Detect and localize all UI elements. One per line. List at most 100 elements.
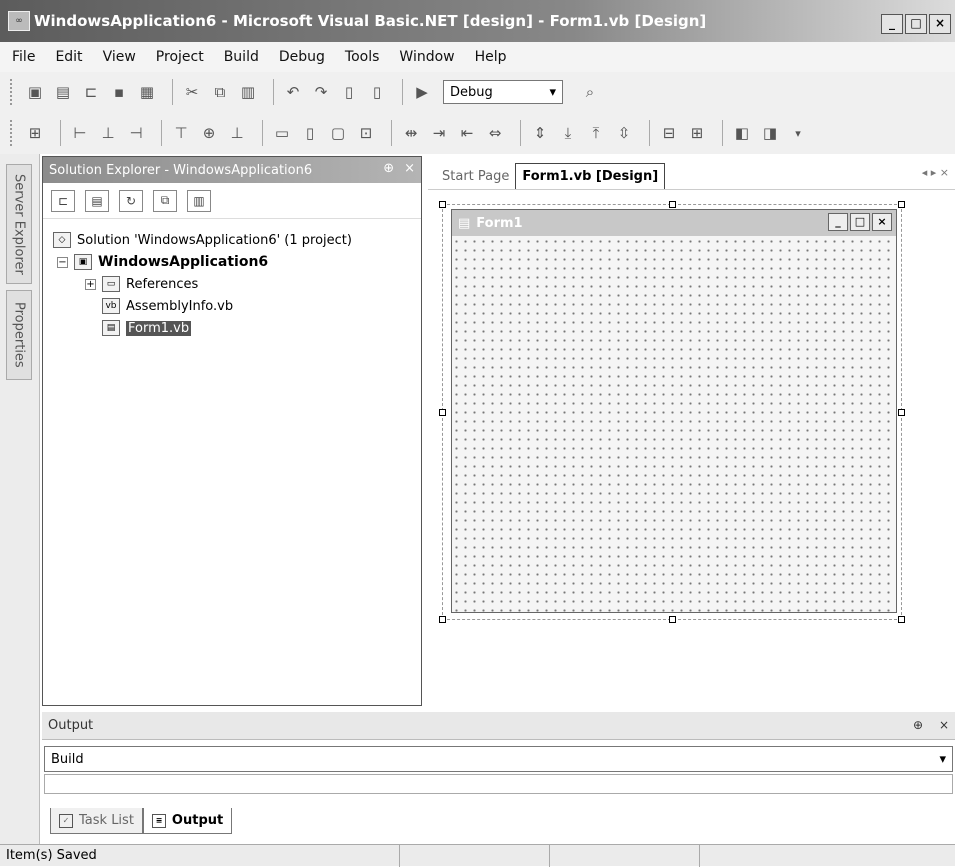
menu-view[interactable]: View xyxy=(103,49,136,65)
align-rights-icon[interactable]: ⊣ xyxy=(125,122,147,144)
output-text-area[interactable] xyxy=(44,774,953,794)
align-to-grid-icon[interactable]: ⊞ xyxy=(24,122,46,144)
align-centers-icon[interactable]: ⊥ xyxy=(97,122,119,144)
center-vertically-icon[interactable]: ⊞ xyxy=(686,122,708,144)
increase-vertical-spacing-icon[interactable]: ⤓ xyxy=(557,122,579,144)
align-tops-icon[interactable]: ⊤ xyxy=(170,122,192,144)
menu-file[interactable]: File xyxy=(12,49,35,65)
show-all-files-icon[interactable]: ⧉ xyxy=(153,189,177,212)
menu-window[interactable]: Window xyxy=(399,49,454,65)
view-code-icon[interactable]: ⊏ xyxy=(51,189,75,212)
form-designer-surface[interactable]: ▤ Form1 _ □ × xyxy=(439,201,905,623)
form1-title-bar[interactable]: ▤ Form1 _ □ × xyxy=(452,210,896,236)
undo-icon[interactable]: ↶ xyxy=(282,81,304,103)
menu-tools[interactable]: Tools xyxy=(345,49,380,65)
resize-handle[interactable] xyxy=(439,409,446,416)
window-controls: _ □ × xyxy=(879,14,951,34)
align-middles-icon[interactable]: ⊕ xyxy=(198,122,220,144)
close-icon[interactable]: × xyxy=(939,718,949,732)
center-horizontally-icon[interactable]: ⊟ xyxy=(658,122,680,144)
expand-icon[interactable]: + xyxy=(85,278,96,290)
tab-navigation[interactable]: ◂ ▸ × xyxy=(922,166,949,179)
find-icon[interactable]: ⌕ xyxy=(579,81,601,103)
tab-output[interactable]: ≡ Output xyxy=(142,808,233,834)
form-minimize-button[interactable]: _ xyxy=(828,213,848,231)
resize-handle[interactable] xyxy=(898,201,905,208)
tree-node-label: Form1.vb xyxy=(126,320,192,336)
tree-node-solution[interactable]: ◇ Solution 'WindowsApplication6' (1 proj… xyxy=(53,229,421,251)
pin-icon[interactable]: ⊕ xyxy=(913,718,923,732)
send-to-back-icon[interactable]: ◨ xyxy=(759,122,781,144)
title-bar: ∞ WindowsApplication6 - Microsoft Visual… xyxy=(0,0,955,42)
document-area: Start Page Form1.vb [Design] ◂ ▸ × ▤ For… xyxy=(428,156,955,706)
toolbar-overflow-icon[interactable]: ▾ xyxy=(787,122,809,144)
maximize-button[interactable]: □ xyxy=(905,14,927,34)
server-explorer-tab[interactable]: Server Explorer xyxy=(6,164,32,284)
make-same-height-icon[interactable]: ▯ xyxy=(299,122,321,144)
remove-vertical-spacing-icon[interactable]: ⇳ xyxy=(613,122,635,144)
solution-config-select[interactable]: Debug ▾ xyxy=(443,80,563,104)
bring-to-front-icon[interactable]: ◧ xyxy=(731,122,753,144)
resize-handle[interactable] xyxy=(669,201,676,208)
toolbar-grip[interactable] xyxy=(10,120,16,146)
make-same-width-icon[interactable]: ▭ xyxy=(271,122,293,144)
horizontal-spacing-equal-icon[interactable]: ⇹ xyxy=(400,122,422,144)
resize-handle[interactable] xyxy=(439,616,446,623)
tab-task-list[interactable]: ✓ Task List xyxy=(50,808,143,834)
save-icon[interactable]: ▪ xyxy=(108,81,130,103)
resize-handle[interactable] xyxy=(898,409,905,416)
decrease-horizontal-spacing-icon[interactable]: ⇤ xyxy=(456,122,478,144)
refresh-icon[interactable]: ↻ xyxy=(119,189,143,212)
size-to-grid-icon[interactable]: ⊡ xyxy=(355,122,377,144)
menu-build[interactable]: Build xyxy=(224,49,259,65)
view-designer-icon[interactable]: ▤ xyxy=(85,189,109,212)
make-same-size-icon[interactable]: ▢ xyxy=(327,122,349,144)
align-lefts-icon[interactable]: ⊢ xyxy=(69,122,91,144)
start-icon[interactable]: ▶ xyxy=(411,81,433,103)
menu-edit[interactable]: Edit xyxy=(55,49,82,65)
toolbar-separator xyxy=(520,120,521,146)
menu-project[interactable]: Project xyxy=(156,49,204,65)
close-icon[interactable]: × xyxy=(404,161,415,176)
menu-help[interactable]: Help xyxy=(475,49,507,65)
tree-node-form1[interactable]: ▤ Form1.vb xyxy=(53,317,421,339)
tree-node-project[interactable]: − ▣ WindowsApplication6 xyxy=(53,251,421,273)
form-close-button[interactable]: × xyxy=(872,213,892,231)
toolbar-grip[interactable] xyxy=(10,79,16,105)
collapse-icon[interactable]: − xyxy=(57,256,68,268)
tree-node-references[interactable]: + ▭ References xyxy=(53,273,421,295)
tab-start-page[interactable]: Start Page xyxy=(436,163,515,189)
output-source-select[interactable]: Build ▾ xyxy=(44,746,953,772)
paste-icon[interactable]: ▥ xyxy=(237,81,259,103)
tab-form1-design[interactable]: Form1.vb [Design] xyxy=(515,163,666,189)
project-icon: ▣ xyxy=(74,254,92,270)
close-button[interactable]: × xyxy=(929,14,951,34)
new-project-icon[interactable]: ▣ xyxy=(24,81,46,103)
open-file-icon[interactable]: ⊏ xyxy=(80,81,102,103)
copy-icon[interactable]: ⧉ xyxy=(209,81,231,103)
form1-window[interactable]: ▤ Form1 _ □ × xyxy=(451,209,897,613)
resize-handle[interactable] xyxy=(439,201,446,208)
remove-horizontal-spacing-icon[interactable]: ⇔ xyxy=(484,122,506,144)
redo-icon[interactable]: ↷ xyxy=(310,81,332,103)
vertical-spacing-equal-icon[interactable]: ⇕ xyxy=(529,122,551,144)
properties-icon[interactable]: ▥ xyxy=(187,189,211,212)
properties-tab[interactable]: Properties xyxy=(6,290,32,380)
resize-handle[interactable] xyxy=(898,616,905,623)
decrease-vertical-spacing-icon[interactable]: ⤒ xyxy=(585,122,607,144)
navigate-forward-icon[interactable]: ▯ xyxy=(366,81,388,103)
toolbar-separator xyxy=(172,79,173,105)
cut-icon[interactable]: ✂ xyxy=(181,81,203,103)
save-all-icon[interactable]: ▦ xyxy=(136,81,158,103)
tree-node-assemblyinfo[interactable]: vb AssemblyInfo.vb xyxy=(53,295,421,317)
form-maximize-button[interactable]: □ xyxy=(850,213,870,231)
add-item-icon[interactable]: ▤ xyxy=(52,81,74,103)
minimize-button[interactable]: _ xyxy=(881,14,903,34)
menu-debug[interactable]: Debug xyxy=(279,49,325,65)
align-bottoms-icon[interactable]: ⊥ xyxy=(226,122,248,144)
tree-node-label: AssemblyInfo.vb xyxy=(126,298,234,314)
pin-icon[interactable]: ⊕ xyxy=(383,161,394,176)
resize-handle[interactable] xyxy=(669,616,676,623)
increase-horizontal-spacing-icon[interactable]: ⇥ xyxy=(428,122,450,144)
navigate-icon[interactable]: ▯ xyxy=(338,81,360,103)
